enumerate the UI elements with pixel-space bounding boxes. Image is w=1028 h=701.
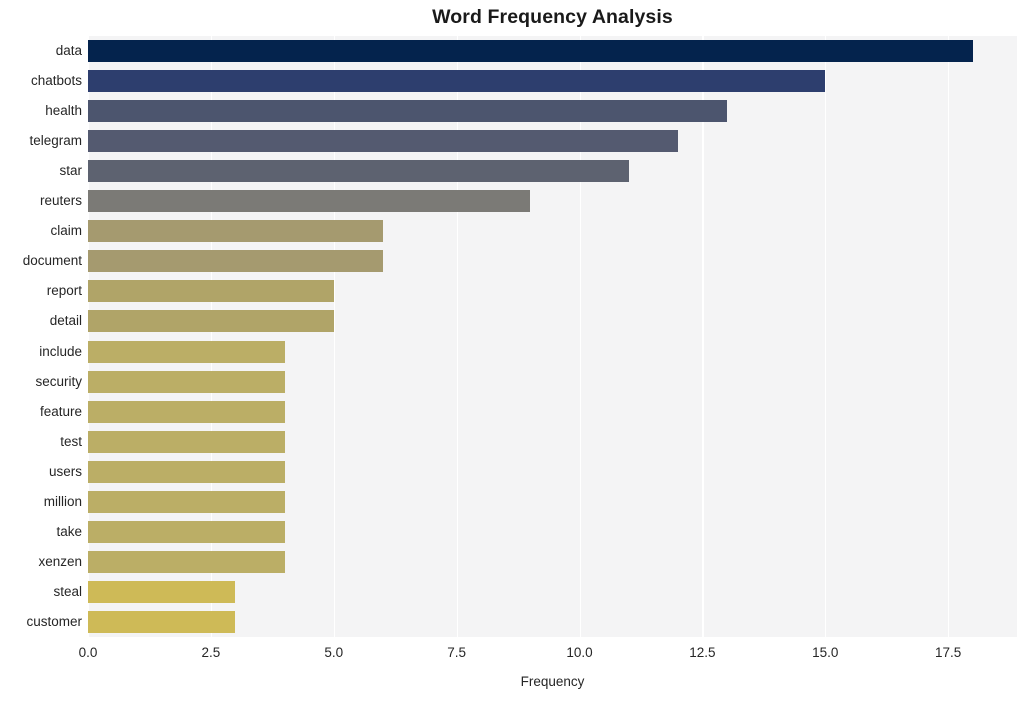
bar-take[interactable] bbox=[88, 520, 285, 543]
y-tick-label-take: take bbox=[56, 523, 82, 539]
gridline-x-0.0 bbox=[88, 36, 90, 637]
bar-xenzen[interactable] bbox=[88, 550, 285, 573]
y-tick-label-users: users bbox=[48, 463, 82, 479]
bar-star[interactable] bbox=[88, 160, 629, 183]
bar-users[interactable] bbox=[88, 460, 285, 483]
y-tick-label-feature: feature bbox=[39, 403, 82, 419]
gridline-x-5.0 bbox=[333, 36, 335, 637]
bar-health[interactable] bbox=[88, 100, 727, 123]
gridline-x-12.5 bbox=[702, 36, 704, 637]
bar-include[interactable] bbox=[88, 340, 285, 363]
x-tick-label-2.5: 2.5 bbox=[201, 645, 221, 660]
y-tick-label-million: million bbox=[43, 493, 82, 509]
y-tick-label-reuters: reuters bbox=[39, 193, 82, 209]
bar-million[interactable] bbox=[88, 490, 285, 513]
x-tick-label-12.5: 12.5 bbox=[689, 645, 716, 660]
gridline-x-17.5 bbox=[948, 36, 950, 637]
bar-chatbots[interactable] bbox=[88, 70, 826, 93]
x-tick-label-0.0: 0.0 bbox=[78, 645, 98, 660]
x-axis-tick-labels: 0.0 2.5 5.0 7.5 10.0 12.5 15.0 17.5 bbox=[79, 637, 1017, 667]
y-tick-label-health: health bbox=[45, 103, 82, 119]
y-axis-tick-labels: data chatbots health telegram star reuters cla… bbox=[0, 36, 82, 637]
x-tick-label-15.0: 15.0 bbox=[812, 645, 839, 660]
gridline-x-10.0 bbox=[579, 36, 581, 637]
y-tick-label-star: star bbox=[59, 163, 82, 179]
bar-detail[interactable] bbox=[88, 310, 334, 333]
x-tick-label-5.0: 5.0 bbox=[324, 645, 344, 660]
bar-claim[interactable] bbox=[88, 220, 383, 243]
bar-test[interactable] bbox=[88, 430, 285, 453]
x-tick-label-7.5: 7.5 bbox=[447, 645, 467, 660]
bar-document[interactable] bbox=[88, 250, 383, 273]
bar-customer[interactable] bbox=[88, 610, 236, 633]
bar-reuters[interactable] bbox=[88, 190, 531, 213]
bar-feature[interactable] bbox=[88, 400, 285, 423]
x-axis-title: Frequency bbox=[520, 674, 585, 689]
y-tick-label-data: data bbox=[55, 43, 82, 59]
gridline-x-2.5 bbox=[210, 36, 212, 637]
y-tick-label-security: security bbox=[35, 373, 82, 389]
y-tick-label-steal: steal bbox=[53, 583, 82, 599]
chart-title: Word Frequency Analysis bbox=[432, 6, 673, 28]
bar-steal[interactable] bbox=[88, 580, 236, 603]
y-tick-label-report: report bbox=[46, 283, 82, 299]
y-tick-label-detail: detail bbox=[49, 313, 82, 329]
gridline-x-7.5 bbox=[456, 36, 458, 637]
bar-security[interactable] bbox=[88, 370, 285, 393]
x-tick-label-17.5: 17.5 bbox=[935, 645, 962, 660]
gridline-x-15.0 bbox=[825, 36, 827, 637]
y-tick-label-customer: customer bbox=[26, 613, 82, 629]
y-tick-label-telegram: telegram bbox=[29, 133, 82, 149]
y-tick-label-document: document bbox=[22, 253, 82, 269]
y-tick-label-claim: claim bbox=[50, 223, 82, 239]
y-tick-label-test: test bbox=[60, 433, 82, 449]
chart-figure: Word Frequency Analysis data chatbots heal… bbox=[0, 0, 1028, 701]
y-tick-label-xenzen: xenzen bbox=[38, 553, 82, 569]
plot-area bbox=[88, 36, 1017, 637]
y-tick-label-chatbots: chatbots bbox=[30, 73, 82, 89]
bar-data[interactable] bbox=[88, 40, 973, 63]
x-tick-label-10.0: 10.0 bbox=[566, 645, 593, 660]
y-tick-label-include: include bbox=[39, 343, 82, 359]
bar-report[interactable] bbox=[88, 280, 334, 303]
bar-telegram[interactable] bbox=[88, 130, 678, 153]
